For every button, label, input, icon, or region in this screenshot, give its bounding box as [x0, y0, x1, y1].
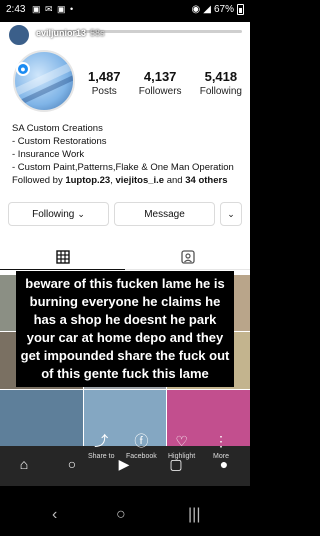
post-thumbnail[interactable] — [0, 389, 83, 446]
share-to-action[interactable]: ⤴ Share to — [88, 432, 114, 460]
chevron-down-icon: ⌄ — [77, 208, 85, 219]
following-label: Following — [32, 208, 75, 220]
facebook-action[interactable]: ⓕ Facebook — [126, 432, 157, 460]
share-to-label: Share to — [88, 453, 115, 460]
highlight-icon: ♡ — [175, 433, 188, 449]
followed-prefix: Followed by — [12, 175, 66, 186]
battery-percent: 67% — [213, 4, 234, 15]
facebook-icon: ⓕ — [134, 433, 149, 449]
story-age: 58s — [90, 28, 105, 38]
profile-stats: 1,487 Posts 4,137 Followers 5,418 Follow… — [88, 69, 248, 97]
recent-apps-icon[interactable]: ||| — [188, 506, 200, 524]
tab-tagged[interactable] — [125, 244, 250, 269]
back-icon[interactable]: ‹ — [52, 506, 57, 524]
tab-grid[interactable] — [0, 244, 125, 270]
more-label: More — [213, 453, 229, 460]
followed-user-2: viejitos_i.e — [115, 175, 165, 186]
following-stat[interactable]: 5,418 Following — [200, 69, 242, 97]
followed-others: 34 others — [185, 175, 228, 186]
followers-stat[interactable]: 4,137 Followers — [139, 69, 182, 97]
signal-icon: ◢ — [203, 4, 211, 15]
highlight-label: Highlight — [168, 453, 196, 460]
suggested-users-button[interactable]: ⌄ — [220, 202, 242, 226]
home-button-icon[interactable]: ○ — [116, 506, 126, 524]
status-bar: 2:43 ▣ ✉ ▣ • ◉ ◢ 67% — [0, 0, 250, 22]
share-icon: ⤴ — [94, 433, 109, 449]
android-nav-bar: ‹ ○ ||| — [0, 496, 250, 536]
following-count: 5,418 — [204, 69, 238, 84]
story-ring-badge-icon: ● — [16, 62, 30, 76]
profile-actions: Following ⌄ Message ⌄ — [8, 202, 242, 226]
story-author[interactable]: eviljunior13 58s — [36, 28, 105, 38]
message-label: Message — [144, 208, 185, 220]
profile-avatar[interactable] — [13, 50, 75, 112]
highlight-action[interactable]: ♡ Highlight — [168, 432, 195, 460]
followed-and: and — [164, 175, 186, 186]
status-time: 2:43 — [6, 4, 26, 15]
profile-tabs — [0, 244, 250, 270]
profile-name: SA Custom Creations — [12, 123, 103, 134]
search-icon[interactable]: ○ — [62, 456, 82, 476]
story-author-avatar[interactable] — [8, 24, 30, 46]
grid-icon — [55, 249, 70, 264]
story-actions: ⤴ Share to ⓕ Facebook ♡ Highlight ⋮ More — [80, 432, 250, 472]
followers-count: 4,137 — [143, 69, 177, 84]
bio-line: - Custom Paint,Patterns,Flake & One Man … — [12, 162, 234, 173]
facebook-label: Facebook — [126, 453, 157, 460]
story-username: eviljunior13 — [36, 28, 87, 38]
posts-stat[interactable]: 1,487 Posts — [88, 69, 121, 97]
followers-label: Followers — [138, 86, 182, 97]
message-button[interactable]: Message — [114, 202, 215, 226]
status-right: ◉ ◢ 67% — [192, 4, 244, 15]
wifi-icon: ◉ — [191, 4, 201, 15]
more-action[interactable]: ⋮ More — [212, 432, 230, 460]
profile-bio: SA Custom Creations - Custom Restoration… — [12, 122, 244, 187]
home-icon[interactable]: ⌂ — [14, 456, 34, 476]
notification-icons: ▣ ✉ ▣ • — [32, 4, 75, 14]
more-icon: ⋮ — [214, 433, 228, 449]
followed-by[interactable]: Followed by 1uptop.23, viejitos_i.e and … — [12, 174, 244, 187]
followed-user-1: 1uptop.23 — [65, 175, 111, 186]
following-button[interactable]: Following ⌄ — [8, 202, 109, 226]
bio-line: - Custom Restorations — [12, 136, 107, 147]
battery-icon — [237, 4, 244, 15]
following-label: Following — [199, 86, 242, 97]
bio-line: - Insurance Work — [12, 149, 85, 160]
posts-label: Posts — [91, 86, 117, 97]
story-caption: beware of this fucken lame he is burning… — [16, 271, 234, 387]
posts-count: 1,487 — [88, 69, 121, 84]
tagged-person-icon — [180, 249, 195, 264]
chevron-down-icon: ⌄ — [227, 208, 235, 219]
